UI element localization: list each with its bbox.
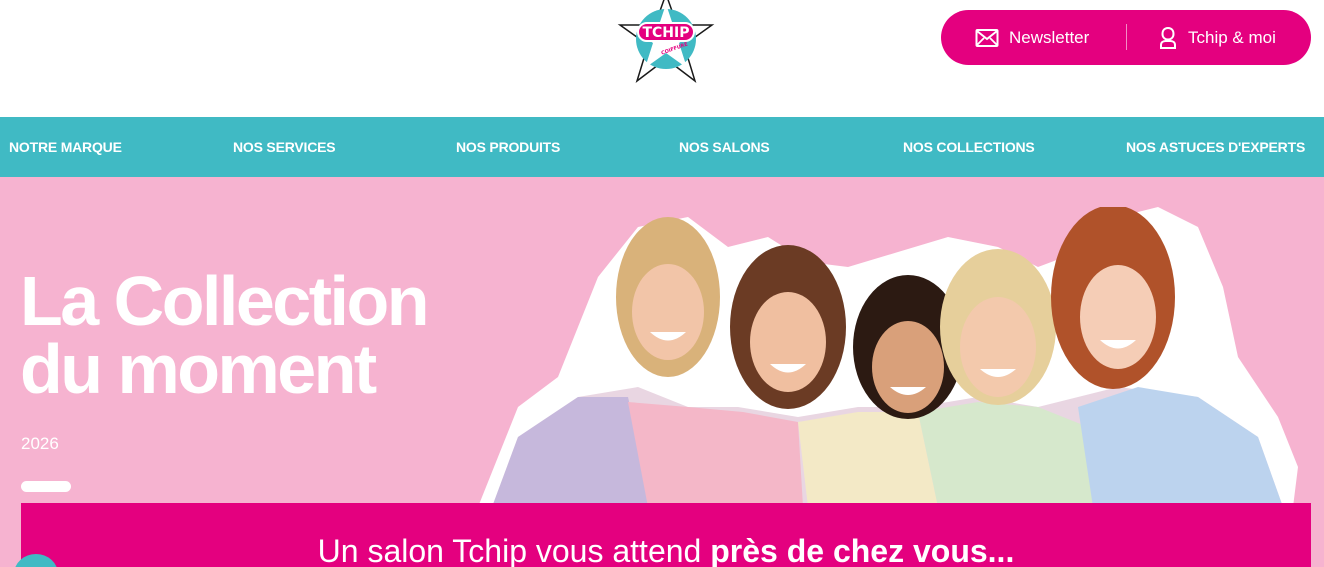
- cta-regular-text: Un salon Tchip vous attend: [317, 533, 711, 567]
- nav-item-nos-collections[interactable]: NOS COLLECTIONS: [903, 117, 1035, 177]
- account-label: Tchip & moi: [1188, 27, 1276, 47]
- cta-bold-text: près de chez vous...: [710, 533, 1015, 567]
- newsletter-button[interactable]: Newsletter: [975, 10, 1089, 65]
- hero-title: La Collection du moment: [20, 266, 540, 404]
- newsletter-label: Newsletter: [1009, 27, 1090, 47]
- user-icon: [1160, 26, 1176, 49]
- main-navigation: NOTRE MARQUE NOS SERVICES NOS PRODUITS N…: [0, 117, 1324, 177]
- account-button[interactable]: Tchip & moi: [1158, 10, 1276, 65]
- site-header: TCHIP COIFFURE Newsletter Tchip & moi: [0, 0, 1324, 117]
- nav-item-nos-services[interactable]: NOS SERVICES: [233, 117, 336, 177]
- tchip-logo[interactable]: TCHIP COIFFURE: [616, 0, 716, 86]
- salon-finder-banner[interactable]: Un salon Tchip vous attend près de chez …: [21, 503, 1311, 567]
- nav-item-notre-marque[interactable]: NOTRE MARQUE: [9, 117, 122, 177]
- hero-title-line-2: du moment: [20, 330, 377, 408]
- hero-photo: [478, 207, 1298, 507]
- envelope-icon: [975, 28, 999, 47]
- hero-title-line-1: La Collection: [20, 262, 429, 340]
- star-logo-icon: TCHIP COIFFURE: [617, 0, 715, 83]
- svg-text:TCHIP: TCHIP: [642, 25, 689, 41]
- hero-year: 2026: [21, 434, 59, 453]
- salon-finder-text: Un salon Tchip vous attend près de chez …: [21, 533, 1311, 567]
- nav-item-nos-astuces[interactable]: NOS ASTUCES D'EXPERTS: [1126, 117, 1305, 177]
- hero-banner: La Collection du moment 2026 Un salon Tc…: [0, 177, 1324, 567]
- nav-item-nos-produits[interactable]: NOS PRODUITS: [456, 117, 560, 177]
- carousel-indicator[interactable]: [21, 481, 71, 492]
- page: TCHIP COIFFURE Newsletter Tchip & moi NO…: [0, 0, 1324, 567]
- nav-item-nos-salons[interactable]: NOS SALONS: [679, 117, 770, 177]
- pill-divider: [1126, 24, 1127, 50]
- header-actions: Newsletter Tchip & moi: [941, 10, 1311, 65]
